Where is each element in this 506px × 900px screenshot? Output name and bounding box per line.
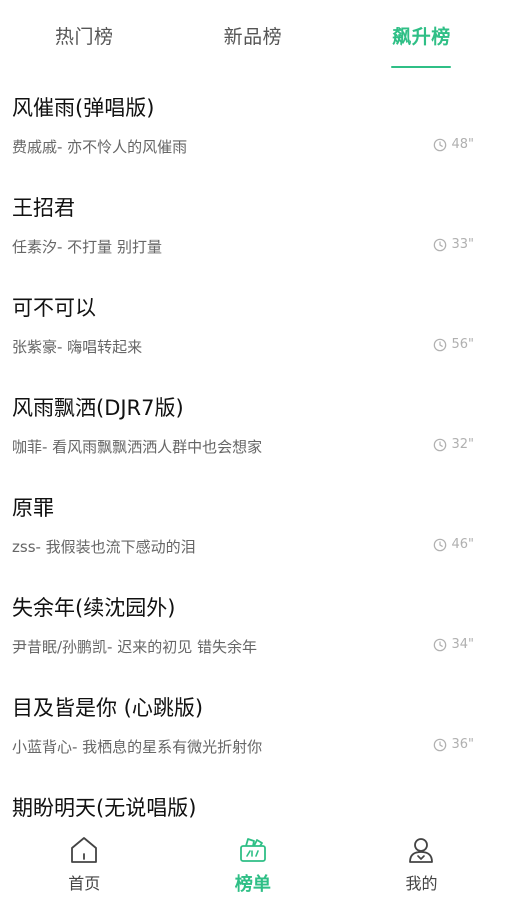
song-subtitle: 张紫豪- 嗨唱转起来 (12, 338, 143, 356)
user-icon (409, 838, 434, 863)
clock-icon (434, 138, 447, 151)
nav-home[interactable]: 首页 (0, 822, 169, 900)
song-duration: 34" (433, 637, 474, 652)
nav-label: 榜单 (234, 874, 271, 895)
clock-icon (434, 638, 447, 651)
song-title: 目及皆是你 (心跳版) (12, 696, 204, 720)
duration-text: 33" (451, 237, 474, 252)
song-title: 期盼明天(无说唱版) (12, 796, 197, 820)
top-tab-bar: 热门榜 新品榜 飙升榜 (0, 0, 506, 70)
song-subtitle: 费戚戚- 亦不怜人的风催雨 (12, 138, 188, 156)
tab-label: 新品榜 (223, 26, 283, 48)
song-duration: 56" (433, 337, 474, 352)
duration-text: 56" (451, 337, 474, 352)
song-duration: 33" (433, 237, 474, 252)
tab-rising[interactable]: 飙升榜 (337, 0, 506, 70)
home-icon (71, 837, 98, 863)
active-tab-indicator (391, 66, 452, 68)
song-subtitle: 小蓝背心- 我栖息的星系有微光折射你 (12, 738, 263, 756)
clock-icon (434, 438, 447, 451)
nav-label: 首页 (68, 874, 101, 893)
nav-charts[interactable]: 榜单 (169, 822, 338, 900)
clock-icon (434, 338, 447, 351)
song-duration: 46" (433, 537, 474, 552)
song-item[interactable]: 风催雨(弹唱版) 费戚戚- 亦不怜人的风催雨 48" (0, 70, 506, 170)
duration-text: 46" (451, 537, 474, 552)
duration-text: 32" (451, 437, 474, 452)
song-title: 风催雨(弹唱版) (12, 96, 155, 120)
nav-label: 我的 (405, 874, 438, 893)
song-subtitle: 任素汐- 不打量 别打量 (12, 238, 162, 256)
tab-label: 飙升榜 (392, 26, 451, 48)
song-duration: 48" (433, 137, 474, 152)
song-subtitle: zss- 我假装也流下感动的泪 (12, 538, 196, 556)
song-title: 失余年(续沈园外) (12, 596, 176, 620)
song-item[interactable]: 风雨飘洒(DJR7版) 咖菲- 看风雨飘飘洒洒人群中也会想家 32" (0, 370, 506, 470)
nav-mine[interactable]: 我的 (337, 822, 506, 900)
song-item[interactable]: 原罪 zss- 我假装也流下感动的泪 46" (0, 470, 506, 570)
song-item[interactable]: 目及皆是你 (心跳版) 小蓝背心- 我栖息的星系有微光折射你 36" (0, 670, 506, 770)
tab-hot[interactable]: 热门榜 (0, 0, 169, 70)
song-title: 风雨飘洒(DJR7版) (12, 396, 184, 420)
clock-icon (434, 238, 447, 251)
song-item[interactable]: 期盼明天(无说唱版) (0, 770, 506, 822)
song-title: 可不可以 (12, 296, 96, 320)
clock-icon (434, 738, 447, 751)
duration-text: 36" (451, 737, 474, 752)
song-item[interactable]: 失余年(续沈园外) 尹昔眠/孙鹏凯- 迟来的初见 错失余年 34" (0, 570, 506, 670)
song-subtitle: 尹昔眠/孙鹏凯- 迟来的初见 错失余年 (12, 638, 258, 656)
duration-text: 34" (451, 637, 474, 652)
song-list[interactable]: 风催雨(弹唱版) 费戚戚- 亦不怜人的风催雨 48" 王招君 任素汐- 不打量 … (0, 70, 506, 822)
duration-text: 48" (451, 137, 474, 152)
chart-list-icon (239, 838, 266, 862)
clock-icon (434, 538, 447, 551)
song-title: 王招君 (12, 196, 75, 220)
tab-new[interactable]: 新品榜 (169, 0, 338, 70)
tab-label: 热门榜 (55, 26, 114, 48)
song-subtitle: 咖菲- 看风雨飘飘洒洒人群中也会想家 (12, 438, 263, 456)
song-item[interactable]: 王招君 任素汐- 不打量 别打量 33" (0, 170, 506, 270)
song-duration: 36" (433, 737, 474, 752)
song-title: 原罪 (12, 496, 54, 520)
song-duration: 32" (433, 437, 474, 452)
bottom-nav-bar: 首页 榜单 我的 (0, 822, 506, 900)
song-item[interactable]: 可不可以 张紫豪- 嗨唱转起来 56" (0, 270, 506, 370)
